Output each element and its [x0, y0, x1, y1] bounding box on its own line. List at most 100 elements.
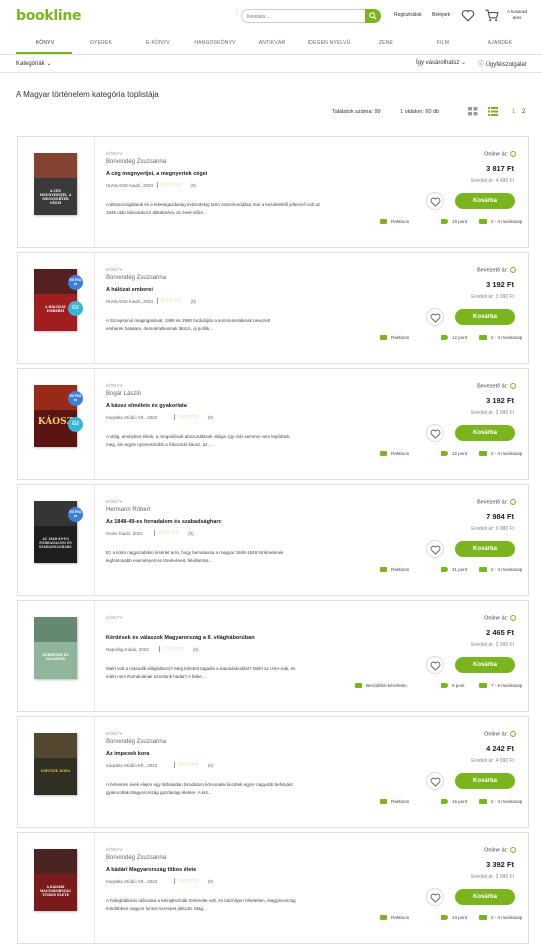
delivery-truck-icon: [479, 915, 487, 920]
add-to-cart-button[interactable]: Kosárba: [455, 773, 515, 789]
points-tag-icon: [441, 451, 448, 456]
add-to-cart-button[interactable]: Kosárba: [455, 193, 515, 209]
add-to-wishlist-button[interactable]: [426, 424, 444, 442]
add-to-wishlist-button[interactable]: [426, 772, 444, 790]
rating-stars-icon[interactable]: ☆☆☆☆☆: [161, 298, 182, 304]
product-publisher: HUNLAND Kiadó, 2023: [106, 183, 154, 188]
main-nav: KÖNYV GYEREK E-KÖNYV HANGOSKÖNYV ANTIKVÁ…: [0, 34, 542, 54]
categories-dropdown[interactable]: Kategóriák ⌄: [16, 60, 51, 67]
product-card[interactable]: KÉRDÉSEK ÉS VÁLASZOK KÖNYV Kérdések és v…: [17, 600, 529, 712]
product-card[interactable]: A CÉG MEGNYERTJEI, A MEGNYERTEK CÉGEI KÖ…: [17, 136, 529, 248]
product-author[interactable]: Bogár László: [106, 391, 141, 397]
support-label: Ügyfélszolgálat: [485, 62, 527, 68]
description-line: legfontosabb eseményeit és törekvéseit, …: [106, 558, 213, 563]
info-icon[interactable]: i: [510, 151, 516, 157]
delivery-time: 2 - 3 munkanap: [491, 567, 523, 572]
info-icon[interactable]: i: [510, 267, 516, 273]
product-description: A hetvenes évek elején egy láthatatlan b…: [106, 781, 341, 797]
book-cover-image[interactable]: KÉRDÉSEK ÉS VÁLASZOK: [34, 617, 77, 679]
delivery-truck-icon: [479, 335, 487, 340]
price-type-label: Bevezető ár:: [477, 499, 508, 506]
results-count: Találatok száma: 99: [332, 109, 381, 115]
info-icon[interactable]: i: [510, 847, 516, 853]
description-line: emberek hatalara, demokratikusnak látszó…: [106, 326, 214, 331]
product-author[interactable]: Borvendég Zsuzsanna: [106, 855, 166, 861]
info-icon[interactable]: i: [510, 615, 516, 621]
book-cover-image[interactable]: IMPEXEK KORA: [34, 733, 77, 795]
rating-stars-icon[interactable]: ☆☆☆☆☆: [178, 762, 199, 768]
product-card[interactable]: AZ 1848-49-ES FORRADALOM ÉS SZABADSÁGHAR…: [17, 484, 529, 596]
wishlist-heart-icon[interactable]: [461, 9, 475, 22]
card-divider: [94, 137, 95, 247]
book-cover-image[interactable]: A CÉG MEGNYERTJEI, A MEGNYERTEK CÉGEI: [34, 153, 77, 215]
rating-stars-icon[interactable]: ☆☆☆☆☆: [161, 182, 182, 188]
card-divider: [94, 485, 95, 595]
meta-separator: [173, 414, 175, 420]
how-to-buy-dropdown[interactable]: Így vásárolhatsz ⌄: [416, 59, 466, 66]
product-author[interactable]: Borvendég Zsuzsanna: [106, 739, 166, 745]
grid-view-icon[interactable]: [468, 107, 478, 116]
product-author[interactable]: Hermann Róbert: [106, 507, 150, 513]
rating-stars-icon[interactable]: ☆☆☆☆☆: [178, 414, 199, 420]
product-publisher: Napvilág Kiadó, 2023: [106, 647, 149, 652]
product-author[interactable]: Borvendég Zsuzsanna: [106, 275, 166, 281]
description-line: 1945 után kibontakozó diktatúrára, az év…: [106, 210, 207, 215]
product-card[interactable]: KÁOSZ EXTRA ár ÚJ KÖNYV Bogár László A ká…: [17, 368, 529, 480]
info-icon[interactable]: i: [510, 383, 516, 389]
add-to-wishlist-button[interactable]: [426, 656, 444, 674]
rating-stars-icon[interactable]: ☆☆☆☆☆: [158, 530, 179, 536]
search-input[interactable]: [247, 12, 357, 21]
product-category: KÖNYV: [106, 847, 123, 852]
add-to-wishlist-button[interactable]: [426, 308, 444, 326]
support-link[interactable]: ⓘ Ügyfélszolgálat: [478, 59, 526, 68]
add-to-cart-button[interactable]: Kosárba: [455, 889, 515, 905]
cart-icon[interactable]: [485, 9, 499, 22]
product-title[interactable]: Kérdések és válaszok Magyarország a II. …: [106, 635, 255, 641]
bookline-logo[interactable]: bookline: [16, 8, 82, 24]
cart-status[interactable]: A kosarad üres: [502, 9, 532, 21]
add-to-cart-button[interactable]: Kosárba: [455, 541, 515, 557]
price-type-label: Bevezető ár:: [477, 267, 508, 274]
page-2-link[interactable]: 2: [522, 109, 525, 115]
product-author[interactable]: Borvendég Zsuzsanna: [106, 159, 166, 165]
product-title[interactable]: A cég megnyertjei, a megnyertek cégei: [106, 171, 207, 177]
login-link[interactable]: Belépek: [432, 12, 450, 18]
product-description: A hidegháborús időszaka a kémjátszmák tö…: [106, 897, 341, 913]
loyalty-points: 13 pont: [452, 915, 468, 920]
more-dots-icon[interactable]: ⋮: [234, 9, 240, 19]
add-to-cart-button[interactable]: Kosárba: [455, 657, 515, 673]
book-cover-image[interactable]: A KÁDÁRI MAGYARORSZÁG TITKOS ÉLETE: [34, 849, 77, 911]
product-price: 4 242 Ft: [486, 744, 514, 753]
add-to-wishlist-button[interactable]: [426, 192, 444, 210]
register-link[interactable]: Regisztrálok: [394, 12, 422, 18]
product-card[interactable]: IMPEXEK KORA KÖNYV Borvendég Zsuzsanna A…: [17, 716, 529, 828]
nav-ajandek[interactable]: AJÁNDÉK: [465, 40, 535, 46]
cover-title: KÉRDÉSEK ÉS VÁLASZOK: [42, 653, 69, 661]
add-to-wishlist-button[interactable]: [426, 888, 444, 906]
search-button[interactable]: [365, 9, 381, 23]
rating-count: (0): [190, 183, 197, 188]
info-icon[interactable]: i: [510, 499, 516, 505]
per-page-selector[interactable]: 1 oldalon: 60 db: [400, 109, 439, 115]
add-to-wishlist-button[interactable]: [426, 540, 444, 558]
add-to-cart-button[interactable]: Kosárba: [455, 309, 515, 325]
price-type: Bevezető ár: i: [477, 267, 516, 273]
price-type-label: Bevezető ár:: [477, 383, 508, 390]
product-title[interactable]: Az 1848-49-es forradalom és szabadsághar…: [106, 519, 222, 525]
product-card[interactable]: A HÁLÓZAT EMBEREI EXTRA ár ÚJ KÖNYV Borve…: [17, 252, 529, 364]
price-type: Online ár: i: [484, 847, 516, 853]
rating-stars-icon[interactable]: ☆☆☆☆☆: [163, 646, 184, 652]
product-title[interactable]: Az impexek kora: [106, 751, 149, 757]
rating-stars-icon[interactable]: ☆☆☆☆☆: [178, 878, 199, 884]
list-view-icon[interactable]: [488, 107, 498, 116]
product-title[interactable]: A kádári Magyarország titkos élete: [106, 867, 196, 873]
product-category: KÖNYV: [106, 615, 123, 620]
info-icon[interactable]: i: [510, 731, 516, 737]
page-1-link[interactable]: 1: [512, 109, 515, 115]
warehouse-icon: [380, 915, 387, 920]
delivery-time: 2 - 3 munkanap: [491, 335, 523, 340]
product-title[interactable]: A hálózat emberei: [106, 287, 153, 293]
product-card[interactable]: A KÁDÁRI MAGYARORSZÁG TITKOS ÉLETE KÖNYV…: [17, 832, 529, 944]
add-to-cart-button[interactable]: Kosárba: [455, 425, 515, 441]
product-title[interactable]: A káosz elmélete és gyakorlata: [106, 403, 187, 409]
